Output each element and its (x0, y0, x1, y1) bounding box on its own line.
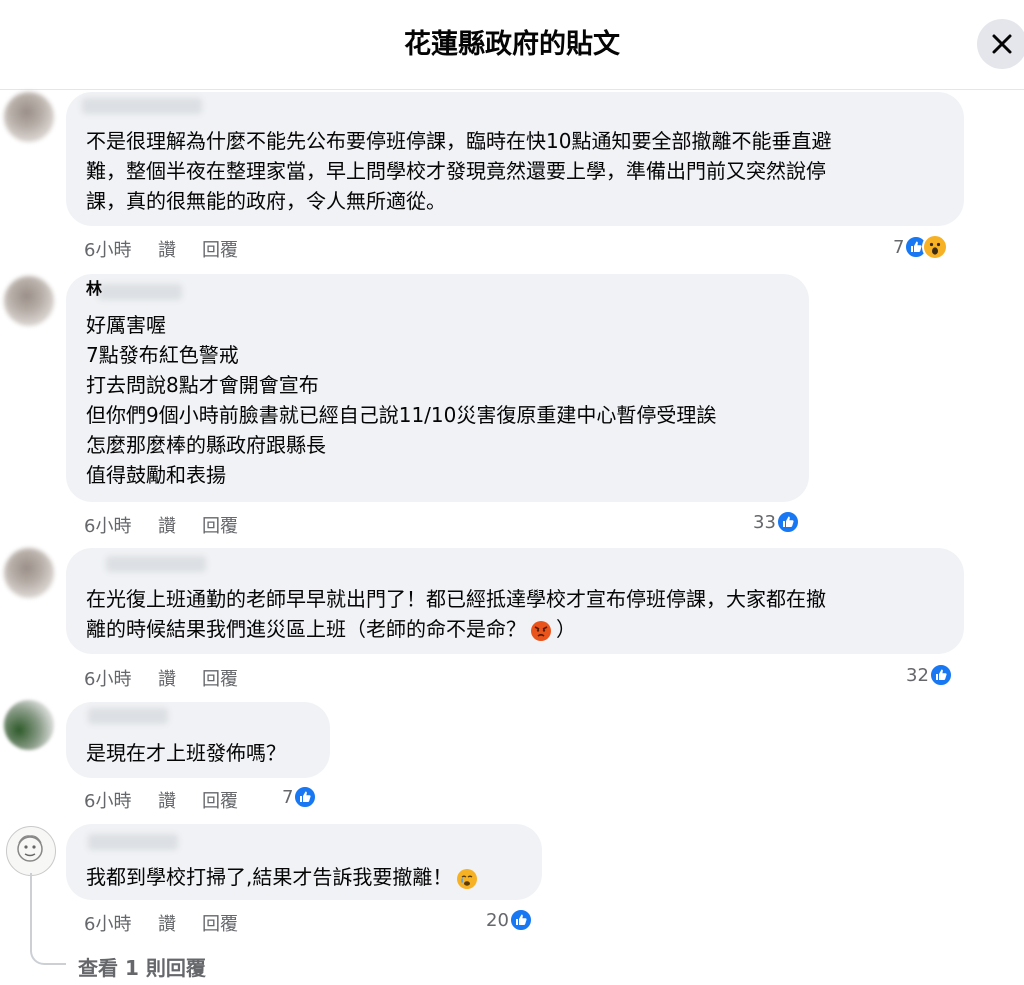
comment-text: 是現在才上班發佈嗎？ (86, 741, 286, 765)
comment-text: 不是很理解為什麼不能先公布要停班停課，臨時在快10點通知要全部撤離不能垂直避 難… (86, 129, 832, 213)
reaction-count: 7 (893, 236, 905, 258)
comment-bubble: 不是很理解為什麼不能先公布要停班停課，臨時在快10點通知要全部撤離不能垂直避 難… (66, 92, 964, 226)
reaction-summary[interactable]: 7 (282, 785, 318, 809)
reaction-summary[interactable]: 33 (753, 510, 800, 534)
dialog-header: 花蓮縣政府的貼文 (0, 0, 1024, 90)
angry-emoji-icon (526, 616, 556, 646)
like-button[interactable]: 讚 (158, 665, 176, 691)
like-button[interactable]: 讚 (158, 910, 176, 936)
comment-time[interactable]: 6小時 (84, 512, 131, 538)
thumbs-up-icon (293, 785, 318, 809)
comment-bubble: 在光復上班通勤的老師早早就出門了！都已經抵達學校才宣布停班停課，大家都在撤 離的… (66, 548, 964, 654)
avatar[interactable] (4, 276, 54, 326)
wow-emoji-icon (922, 234, 949, 260)
commenter-name[interactable] (88, 834, 178, 850)
comment-text: 好厲害喔 7點發布紅色警戒 打去問說8點才會開會宣布 但你們9個小時前臉書就已經… (86, 313, 717, 487)
reply-button[interactable]: 回覆 (202, 787, 238, 813)
commenter-name[interactable] (88, 708, 168, 724)
commenter-name[interactable] (106, 556, 206, 572)
close-icon (992, 34, 1012, 54)
like-button[interactable]: 讚 (158, 236, 176, 262)
comment-time[interactable]: 6小時 (84, 665, 131, 691)
avatar[interactable] (4, 700, 54, 750)
comment-bubble: 林 好厲害喔 7點發布紅色警戒 打去問說8點才會開會宣布 但你們9個小時前臉書就… (66, 274, 809, 502)
view-replies-link[interactable]: 查看 1 則回覆 (78, 952, 206, 981)
avatar[interactable] (6, 826, 56, 876)
comment-bubble: 是現在才上班發佈嗎？ (66, 702, 330, 778)
thumbs-up-icon (775, 510, 800, 534)
reaction-count: 32 (906, 664, 929, 686)
comment-time[interactable]: 6小時 (84, 910, 131, 936)
comment-time[interactable]: 6小時 (84, 236, 131, 262)
close-button[interactable] (977, 19, 1024, 69)
reply-button[interactable]: 回覆 (202, 910, 238, 936)
comment-bubble: 我都到學校打掃了,結果才告訴我要撤離！ (66, 824, 542, 900)
comment-text: 我都到學校打掃了,結果才告訴我要撤離！ (86, 862, 478, 894)
commenter-name[interactable] (98, 284, 182, 300)
reaction-summary[interactable]: 20 (486, 908, 533, 932)
like-button[interactable]: 讚 (158, 787, 176, 813)
avatar[interactable] (4, 92, 54, 142)
reply-button[interactable]: 回覆 (202, 512, 238, 538)
comment-text-body: 在光復上班通勤的老師早早就出門了！都已經抵達學校才宣布停班停課，大家都在撤 離的… (86, 587, 826, 641)
reaction-count: 20 (486, 909, 509, 931)
crying-emoji-icon (452, 864, 478, 894)
reaction-summary[interactable]: 32 (906, 663, 953, 687)
reaction-count: 7 (282, 786, 294, 808)
page-title: 花蓮縣政府的貼文 (404, 29, 620, 60)
commenter-name[interactable] (82, 98, 202, 114)
reply-button[interactable]: 回覆 (202, 665, 238, 691)
thumbs-up-icon (508, 908, 533, 932)
comment-time[interactable]: 6小時 (84, 787, 131, 813)
sketch-avatar-icon (17, 835, 43, 862)
reaction-count: 33 (753, 511, 776, 533)
comment-text: 在光復上班通勤的老師早早就出門了！都已經抵達學校才宣布停班停課，大家都在撤 離的… (86, 584, 826, 646)
comment-text-end: ） (556, 617, 576, 641)
like-button[interactable]: 讚 (158, 512, 176, 538)
avatar[interactable] (4, 548, 54, 598)
comment-text-body: 我都到學校打掃了,結果才告訴我要撤離！ (86, 865, 453, 889)
reply-button[interactable]: 回覆 (202, 236, 238, 262)
reply-thread-line (30, 873, 66, 965)
commenter-name-initial[interactable]: 林 (86, 278, 102, 300)
reaction-summary[interactable]: 7 (893, 234, 949, 260)
thumbs-up-icon (928, 663, 953, 687)
